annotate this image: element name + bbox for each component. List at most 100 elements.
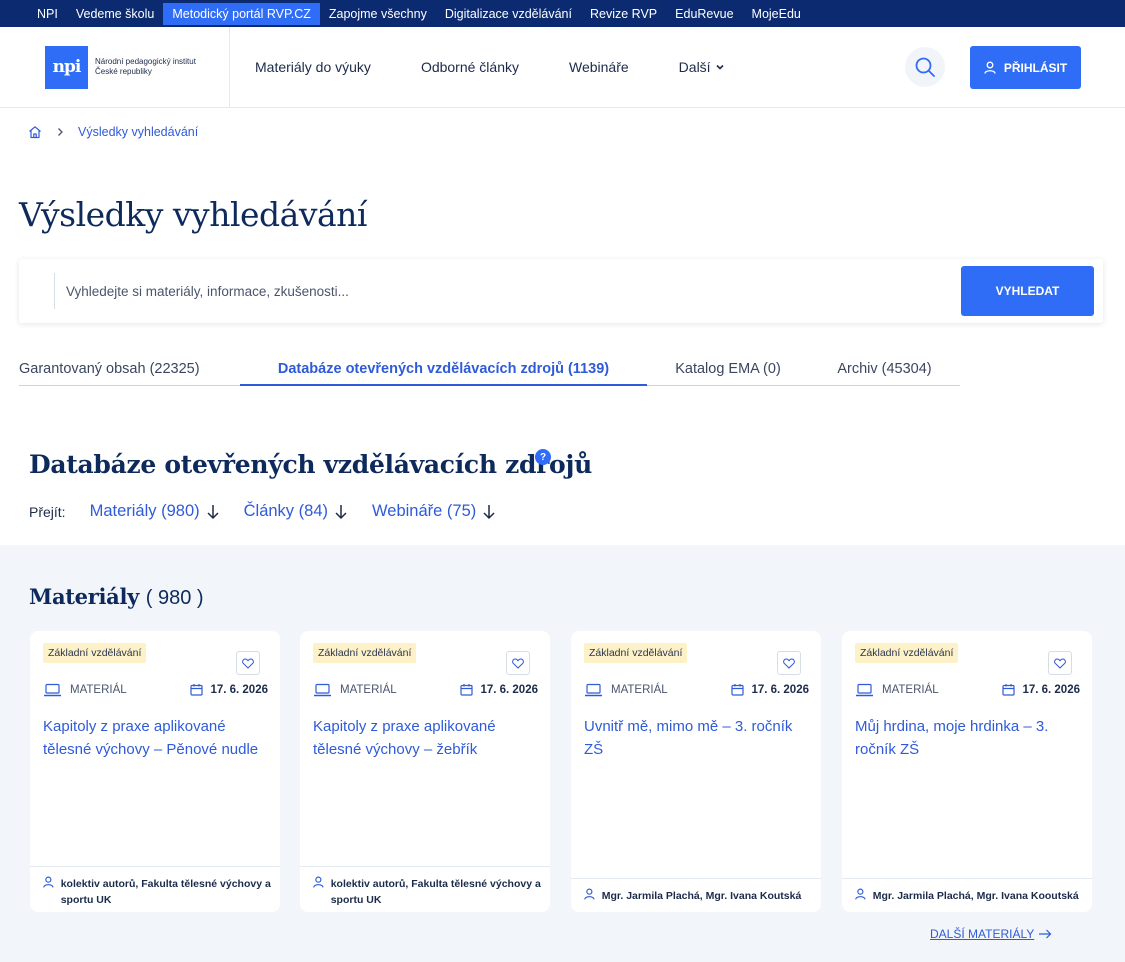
user-icon xyxy=(43,876,54,888)
materials-heading-label: Materiály xyxy=(29,584,140,609)
level-badge: Základní vzdělávání xyxy=(855,643,959,663)
arrow-right-icon xyxy=(1039,929,1052,939)
search-divider xyxy=(54,273,55,309)
card-author-label: kolektiv autorů, Fakulta tělesné výchovy… xyxy=(330,878,541,906)
top-link-vedeme-skolu[interactable]: Vedeme školu xyxy=(67,3,164,25)
more-materials-label: DALŠÍ MATERIÁLY xyxy=(930,927,1035,941)
main-nav: Materiály do výuky Odborné články Webiná… xyxy=(255,59,775,75)
card-date: 17. 6. 2026 xyxy=(190,683,268,696)
site-header: npi Národní pedagogický institut České r… xyxy=(0,26,1125,108)
material-card[interactable]: Základní vzdělávání MATERIÁL 17. 6. 2026… xyxy=(30,631,280,912)
card-date: 17. 6. 2026 xyxy=(1002,683,1080,696)
card-date-label: 17. 6. 2026 xyxy=(751,683,809,696)
laptop-icon xyxy=(44,683,61,697)
tab-databaze-ovz[interactable]: Databáze otevřených vzdělávacích zdrojů … xyxy=(240,353,647,386)
breadcrumb: Výsledky vyhledávání xyxy=(28,125,198,139)
card-author: kolektiv autorů, Fakulta tělesné výchovy… xyxy=(300,866,550,912)
nav-materials[interactable]: Materiály do výuky xyxy=(255,59,371,75)
top-link-revize-rvp[interactable]: Revize RVP xyxy=(581,3,666,25)
tab-katalog-ema[interactable]: Katalog EMA (0) xyxy=(647,353,809,386)
nav-webinars[interactable]: Webináře xyxy=(569,59,629,75)
material-card[interactable]: Základní vzdělávání MATERIÁL 17. 6. 2026… xyxy=(842,631,1092,912)
top-link-zapojme-vsechny[interactable]: Zapojme všechny xyxy=(320,3,436,25)
arrow-down-icon xyxy=(335,504,347,519)
top-links-bar: NPI Vedeme školu Metodický portál RVP.CZ… xyxy=(0,0,1125,27)
favorite-button[interactable] xyxy=(777,651,801,675)
user-icon xyxy=(584,888,595,900)
jump-link-webinars[interactable]: Webináře (75) xyxy=(372,502,496,521)
calendar-icon xyxy=(190,684,204,696)
jump-link-articles[interactable]: Články (84) xyxy=(244,502,348,521)
card-title[interactable]: Kapitoly z praxe aplikované tělesné vých… xyxy=(43,716,268,761)
calendar-icon xyxy=(731,684,745,696)
nav-more[interactable]: Další xyxy=(679,59,725,75)
card-meta: MATERIÁL 17. 6. 2026 xyxy=(43,683,268,701)
tab-garantovany-obsah[interactable]: Garantovaný obsah (22325) xyxy=(19,353,240,386)
card-date-label: 17. 6. 2026 xyxy=(1022,683,1080,696)
card-author: kolektiv autorů, Fakulta tělesné výchovy… xyxy=(30,866,280,912)
material-card[interactable]: Základní vzdělávání MATERIÁL 17. 6. 2026… xyxy=(300,631,550,912)
arrow-down-icon xyxy=(483,504,495,519)
tab-archiv[interactable]: Archiv (45304) xyxy=(809,353,960,386)
heart-icon xyxy=(783,657,795,669)
card-title[interactable]: Kapitoly z praxe aplikované tělesné vých… xyxy=(313,716,538,761)
laptop-icon xyxy=(585,683,602,697)
chevron-right-icon xyxy=(58,128,63,136)
jump-link-webinars-label: Webináře (75) xyxy=(372,502,477,520)
favorite-button[interactable] xyxy=(1048,651,1072,675)
card-author-label: Mgr. Jarmila Plachá, Mgr. Ivana Kooutská xyxy=(872,890,1079,902)
card-title[interactable]: Uvnitř mě, mimo mě – 3. ročník ZŠ xyxy=(584,716,809,761)
card-type-label: MATERIÁL xyxy=(611,684,668,696)
user-icon xyxy=(855,888,866,900)
jump-link-materials-label: Materiály (980) xyxy=(89,502,200,520)
card-title[interactable]: Můj hrdina, moje hrdinka – 3. ročník ZŠ xyxy=(855,716,1080,761)
jump-link-articles-label: Články (84) xyxy=(243,502,328,520)
top-link-mojeedu[interactable]: MojeEdu xyxy=(743,3,810,25)
site-logo[interactable]: npi Národní pedagogický institut České r… xyxy=(0,26,230,108)
card-type: MATERIÁL xyxy=(43,683,127,697)
search-button[interactable]: VYHLEDAT xyxy=(961,266,1094,316)
jump-link-materials[interactable]: Materiály (980) xyxy=(90,502,220,521)
search-input[interactable] xyxy=(66,279,946,303)
materials-count: ( 980 ) xyxy=(145,587,204,609)
logo-mark: npi xyxy=(45,45,88,89)
logo-line-2: České republiky xyxy=(95,67,152,76)
card-author-label: Mgr. Jarmila Plachá, Mgr. Ivana Koutská xyxy=(601,890,802,902)
home-icon[interactable] xyxy=(28,125,42,139)
header-search-button[interactable] xyxy=(905,47,945,87)
card-type: MATERIÁL xyxy=(313,683,397,697)
card-type-label: MATERIÁL xyxy=(882,684,939,696)
level-badge: Základní vzdělávání xyxy=(313,643,417,663)
card-type: MATERIÁL xyxy=(584,683,668,697)
level-badge: Základní vzdělávání xyxy=(43,643,147,663)
nav-more-label: Další xyxy=(678,59,711,75)
card-author: Mgr. Jarmila Plachá, Mgr. Ivana Kooutská xyxy=(842,878,1092,912)
login-button[interactable]: PŘIHLÁSIT xyxy=(970,46,1081,89)
card-author-label: kolektiv autorů, Fakulta tělesné výchovy… xyxy=(60,878,271,906)
laptop-icon xyxy=(314,683,331,697)
material-card[interactable]: Základní vzdělávání MATERIÁL 17. 6. 2026… xyxy=(571,631,821,912)
more-materials-link[interactable]: DALŠÍ MATERIÁLY xyxy=(930,927,1052,941)
top-link-npi[interactable]: NPI xyxy=(28,3,67,25)
heart-icon xyxy=(512,657,524,669)
favorite-button[interactable] xyxy=(236,651,260,675)
section-title: Databáze otevřených vzdělávacích zdrojů xyxy=(29,450,593,479)
top-link-digitalizace[interactable]: Digitalizace vzdělávání xyxy=(436,3,581,25)
chevron-down-icon xyxy=(716,64,724,70)
heart-icon xyxy=(242,657,254,669)
breadcrumb-current[interactable]: Výsledky vyhledávání xyxy=(78,125,198,139)
heart-icon xyxy=(1054,657,1066,669)
help-icon[interactable]: ? xyxy=(535,449,551,465)
top-link-edurevue[interactable]: EduRevue xyxy=(666,3,742,25)
nav-articles[interactable]: Odborné články xyxy=(421,59,519,75)
user-icon xyxy=(313,876,324,888)
card-date-label: 17. 6. 2026 xyxy=(210,683,268,696)
card-author: Mgr. Jarmila Plachá, Mgr. Ivana Koutská xyxy=(571,878,821,912)
favorite-button[interactable] xyxy=(506,651,530,675)
user-icon xyxy=(984,61,996,74)
materials-heading: Materiály ( 980 ) xyxy=(29,584,204,610)
laptop-icon xyxy=(856,683,873,697)
card-date-label: 17. 6. 2026 xyxy=(480,683,538,696)
card-type: MATERIÁL xyxy=(855,683,939,697)
top-link-rvp[interactable]: Metodický portál RVP.CZ xyxy=(163,2,320,25)
